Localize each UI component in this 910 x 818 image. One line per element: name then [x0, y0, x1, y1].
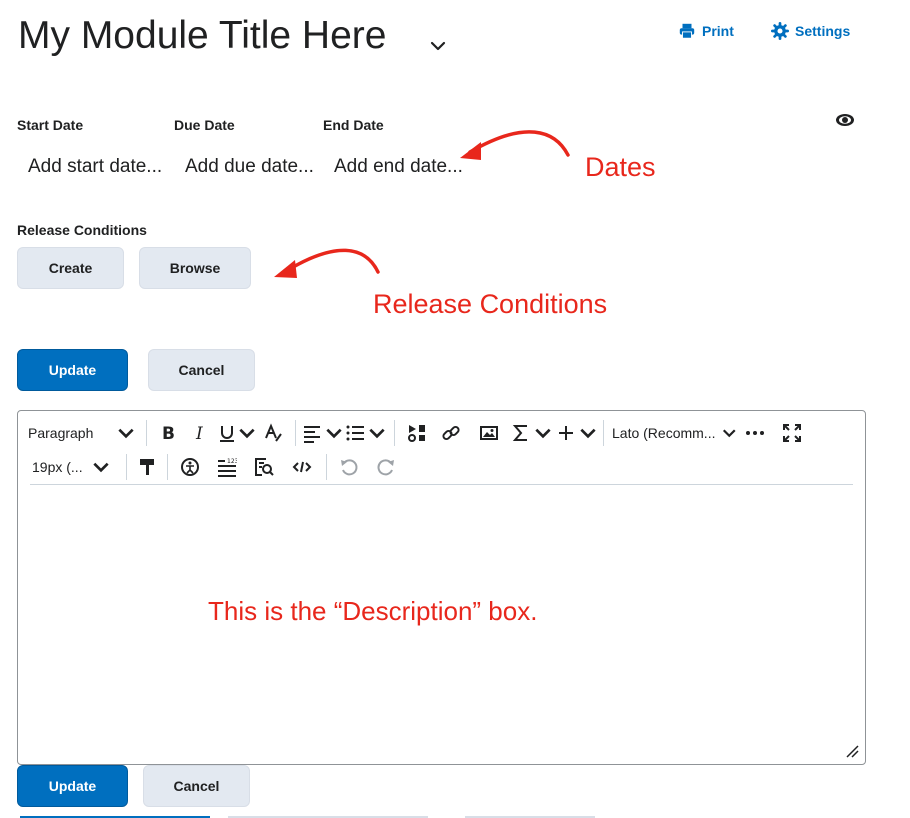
bold-button[interactable]: B [153, 423, 183, 443]
svg-text:I: I [195, 424, 203, 443]
resize-handle-icon[interactable] [845, 744, 859, 758]
add-start-date[interactable]: Add start date... [28, 156, 162, 178]
more-icon [746, 431, 764, 435]
word-count-button[interactable]: 123 [208, 457, 246, 477]
description-annotation: This is the “Description” box. [208, 596, 538, 626]
italic-button[interactable]: I [183, 423, 217, 443]
toolbar-separator [295, 420, 296, 446]
chevron-down-icon [239, 428, 255, 439]
eye-icon[interactable] [835, 112, 855, 128]
equation-icon [512, 425, 527, 441]
print-button[interactable]: Print [678, 22, 734, 40]
underline-icon [220, 426, 234, 442]
svg-text:123: 123 [227, 458, 237, 465]
equation-button[interactable] [509, 423, 555, 443]
accessibility-checker-button[interactable] [172, 457, 208, 477]
cancel-button[interactable]: Cancel [148, 349, 255, 391]
insert-image-button[interactable] [469, 423, 509, 443]
undo-icon [341, 459, 358, 476]
undo-button[interactable] [331, 457, 367, 477]
more-options-button[interactable] [738, 423, 772, 443]
text-color-button[interactable] [257, 423, 289, 443]
fullscreen-icon [783, 424, 801, 442]
chevron-down-icon [580, 428, 596, 439]
redo-button[interactable] [367, 457, 405, 477]
dates-arrow [460, 130, 570, 160]
print-label: Print [702, 23, 734, 39]
settings-label: Settings [795, 23, 851, 39]
svg-text:B: B [162, 424, 175, 443]
printer-icon [679, 23, 695, 39]
insert-more-button[interactable] [555, 423, 599, 443]
text-color-icon [265, 423, 282, 442]
settings-button[interactable]: Settings [771, 22, 850, 40]
find-replace-icon [255, 458, 274, 476]
insert-link-button[interactable] [433, 423, 469, 443]
insert-stuff-icon [408, 425, 425, 442]
align-icon [304, 426, 320, 443]
add-due-date[interactable]: Add due date... [185, 156, 314, 178]
bold-icon: B [162, 424, 175, 443]
chevron-down-icon [326, 428, 342, 439]
underline-button[interactable] [217, 423, 257, 443]
image-icon [480, 426, 498, 440]
start-date-label: Start Date [17, 117, 84, 133]
list-button[interactable] [344, 423, 388, 443]
gear-icon [771, 22, 789, 40]
source-code-icon [292, 461, 312, 473]
cancel-button[interactable]: Cancel [143, 765, 250, 807]
accessibility-icon [181, 458, 199, 476]
end-date-label: End Date [323, 117, 384, 133]
block-format-dropdown[interactable]: Paragraph [22, 423, 140, 443]
release-conditions-annotation: Release Conditions [373, 289, 608, 319]
due-date-label: Due Date [174, 117, 235, 133]
plus-icon [559, 426, 573, 440]
find-replace-button[interactable] [246, 457, 282, 477]
font-size-dropdown[interactable]: 19px (... [22, 457, 122, 477]
format-painter-button[interactable] [131, 457, 163, 477]
font-family-dropdown[interactable]: Lato (Recomm... [608, 423, 738, 443]
release-conditions-arrow [274, 248, 380, 278]
insert-stuff-button[interactable] [401, 423, 433, 443]
font-size-value: 19px (... [32, 459, 83, 475]
link-icon [442, 425, 460, 441]
editor-toolbar-row-1: Paragraph B I Lato (Recomm... [22, 419, 812, 447]
toolbar-separator [394, 420, 395, 446]
create-button[interactable]: Create [17, 247, 124, 289]
update-button[interactable]: Update [17, 765, 128, 807]
block-format-value: Paragraph [28, 425, 94, 441]
chevron-down-icon [118, 428, 134, 439]
chevron-down-icon [723, 429, 737, 438]
chevron-down-icon[interactable] [428, 36, 448, 56]
editor-toolbar-divider [30, 484, 853, 485]
list-icon [346, 425, 364, 441]
toolbar-separator [146, 420, 147, 446]
browse-button[interactable]: Browse [139, 247, 251, 289]
format-painter-icon [140, 459, 154, 475]
chevron-down-icon [92, 462, 109, 473]
font-family-value: Lato (Recomm... [612, 425, 716, 441]
editor-toolbar-row-2: 19px (... 123 [22, 453, 405, 481]
source-code-button[interactable] [282, 457, 322, 477]
fullscreen-button[interactable] [772, 423, 812, 443]
toolbar-separator [326, 454, 327, 480]
word-count-icon: 123 [218, 458, 237, 477]
chevron-down-icon [535, 428, 551, 439]
italic-icon: I [195, 424, 203, 443]
toolbar-separator [167, 454, 168, 480]
page-title: My Module Title Here [18, 14, 387, 57]
release-conditions-label: Release Conditions [17, 222, 147, 238]
toolbar-separator [126, 454, 127, 480]
redo-icon [377, 459, 394, 476]
align-button[interactable] [302, 423, 344, 443]
chevron-down-icon [369, 428, 385, 439]
update-button[interactable]: Update [17, 349, 128, 391]
toolbar-separator [603, 420, 604, 446]
add-end-date[interactable]: Add end date... [334, 156, 463, 178]
dates-annotation: Dates [585, 152, 656, 182]
